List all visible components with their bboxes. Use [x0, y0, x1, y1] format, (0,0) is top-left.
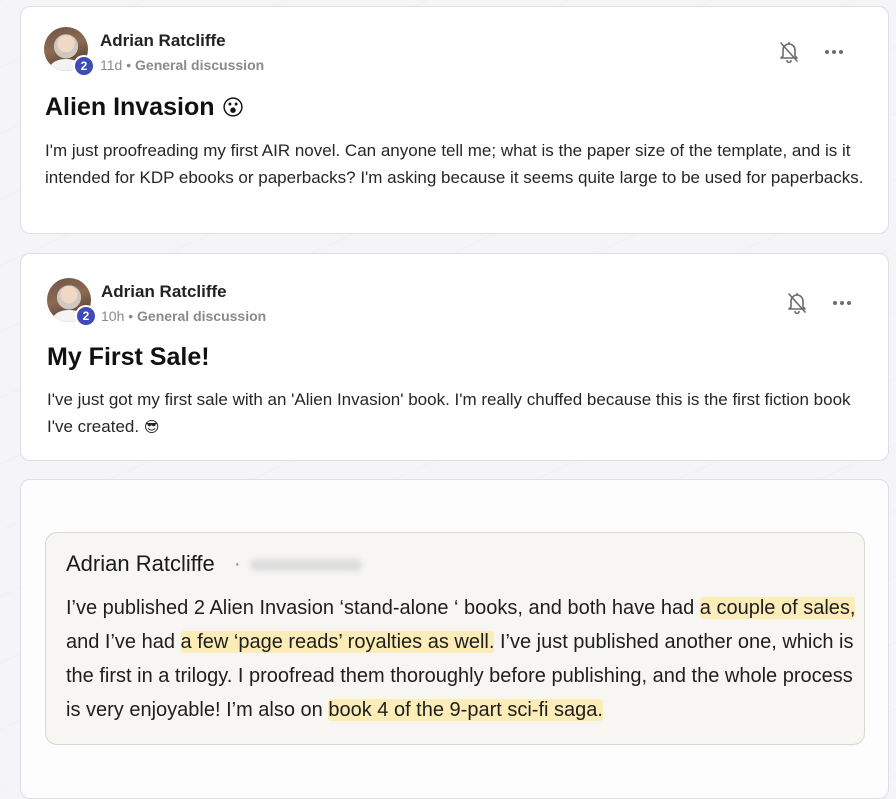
- more-horizontal-icon[interactable]: [830, 291, 854, 315]
- category-link[interactable]: General discussion: [135, 57, 264, 73]
- author-name[interactable]: Adrian Ratcliffe: [100, 31, 226, 51]
- meta-separator: •: [126, 57, 132, 73]
- more-horizontal-icon[interactable]: [822, 40, 846, 64]
- quote-highlight: a couple of sales,: [699, 597, 856, 619]
- sunglasses-emoji-icon: 😎: [143, 419, 160, 436]
- post-meta: 11d • General discussion: [100, 57, 264, 73]
- category-link[interactable]: General discussion: [137, 308, 266, 324]
- post-meta: 10h • General discussion: [101, 308, 266, 324]
- quote-text-part: and I’ve had: [66, 631, 181, 653]
- quote-text-part: I’ve published 2 Alien Invasion ‘stand-a…: [66, 597, 700, 619]
- quote-highlight: a few ‘page reads’ royalties as well.: [180, 631, 495, 653]
- level-badge: 2: [73, 55, 95, 77]
- quote-separator: ·: [234, 553, 241, 575]
- post-title[interactable]: My First Sale!: [47, 343, 210, 372]
- post-title[interactable]: Alien Invasion 😮: [45, 93, 244, 122]
- author-name[interactable]: Adrian Ratcliffe: [101, 282, 227, 302]
- quote-text: I’ve published 2 Alien Invasion ‘stand-a…: [66, 591, 866, 727]
- bell-off-icon[interactable]: [785, 291, 809, 315]
- post-card[interactable]: 2 Adrian Ratcliffe 11d • General discuss…: [20, 6, 889, 234]
- level-badge: 2: [75, 305, 97, 327]
- post-card[interactable]: 2 Adrian Ratcliffe 10h • General discuss…: [20, 253, 889, 461]
- surprised-emoji-icon: 😮: [221, 95, 245, 120]
- post-body: I'm just proofreading my first AIR novel…: [45, 141, 864, 187]
- post-age: 11d: [100, 57, 123, 73]
- quote-highlight: book 4 of the 9-part sci-fi saga.: [328, 699, 603, 721]
- meta-separator: •: [128, 308, 134, 324]
- post-card[interactable]: Adrian Ratcliffe · I’ve published 2 Alie…: [20, 479, 889, 799]
- post-age: 10h: [101, 308, 125, 324]
- post-title-text[interactable]: Alien Invasion: [45, 93, 214, 121]
- bell-off-icon[interactable]: [777, 40, 801, 64]
- quoted-review-image: Adrian Ratcliffe · I’ve published 2 Alie…: [45, 532, 865, 745]
- post-body-text: I've just got my first sale with an 'Ali…: [47, 390, 851, 436]
- post-body: I've just got my first sale with an 'Ali…: [47, 386, 872, 441]
- quote-author: Adrian Ratcliffe: [66, 551, 215, 576]
- blurred-date: [250, 559, 362, 571]
